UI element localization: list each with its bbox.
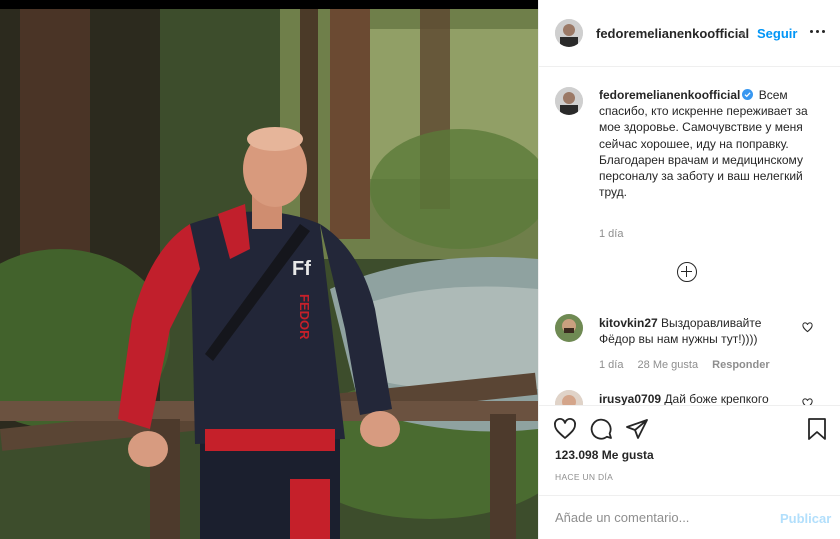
comment-meta: 1 día 28 Me gusta Responder (599, 359, 781, 371)
like-comment-heart-icon[interactable] (802, 398, 813, 405)
caption-body: Всем спасибо, кто искренне переживает за… (599, 88, 808, 200)
author-username[interactable]: fedoremelianenkoofficial (596, 26, 749, 41)
load-more-comments-icon[interactable] (677, 262, 697, 282)
comment-likes[interactable]: 28 Me gusta (638, 359, 699, 371)
comments-list[interactable]: fedoremelianenkoofficial Всем спасибо, к… (539, 68, 840, 405)
post-side-panel: fedoremelianenkoofficial • Seguir fedore… (538, 0, 840, 539)
post-viewer: Ff FEDOR fedoremelianenkoofficial • Segu… (0, 0, 840, 539)
post-header: fedoremelianenkoofficial • Seguir (539, 0, 840, 67)
post-photo[interactable]: Ff FEDOR (0, 9, 538, 539)
likes-count[interactable]: 123.098 Me gusta (555, 448, 654, 462)
comment-time[interactable]: 1 día (599, 359, 623, 371)
reply-button[interactable]: Responder (712, 359, 769, 371)
avatar-image (555, 19, 583, 47)
post-actions: 123.098 Me gusta HACE UN DÍA Publicar (539, 405, 840, 535)
svg-text:FEDOR: FEDOR (297, 294, 312, 340)
publish-button[interactable]: Publicar (780, 511, 831, 526)
caption-text: fedoremelianenkoofficial Всем спасибо, к… (599, 87, 827, 200)
avatar-image (555, 314, 583, 342)
comment-input[interactable] (555, 510, 755, 525)
caption-avatar[interactable] (555, 87, 583, 115)
follow-button[interactable]: Seguir (757, 26, 797, 41)
comment-avatar[interactable] (555, 314, 583, 342)
caption-time[interactable]: 1 día (599, 228, 623, 240)
comment-bubble-icon[interactable] (589, 417, 613, 441)
photo-illustration: Ff FEDOR (0, 9, 538, 539)
add-comment-bar: Publicar (539, 495, 840, 539)
comment-text: irusya0709 Дай боже крепкого (599, 391, 799, 405)
author-avatar[interactable] (555, 19, 583, 47)
comment-text: kitovkin27 Выздоравливайте Фёдор вы нам … (599, 315, 799, 347)
more-options-icon[interactable] (809, 22, 827, 40)
share-paper-plane-icon[interactable] (625, 417, 649, 441)
like-heart-icon[interactable] (553, 417, 577, 441)
avatar-image (555, 390, 583, 405)
comment-username[interactable]: irusya0709 (599, 392, 661, 405)
avatar-image (555, 87, 583, 115)
comment-username[interactable]: kitovkin27 (599, 316, 658, 330)
save-bookmark-icon[interactable] (805, 417, 829, 441)
comment-avatar[interactable] (555, 390, 583, 405)
caption-username[interactable]: fedoremelianenkoofficial (599, 88, 740, 102)
like-comment-heart-icon[interactable] (802, 322, 813, 333)
post-date[interactable]: HACE UN DÍA (555, 472, 613, 482)
svg-text:Ff: Ff (292, 258, 311, 280)
verified-badge-icon (742, 89, 754, 100)
comment-body: Дай боже крепкого (664, 392, 769, 405)
header-separator: • (740, 26, 745, 41)
